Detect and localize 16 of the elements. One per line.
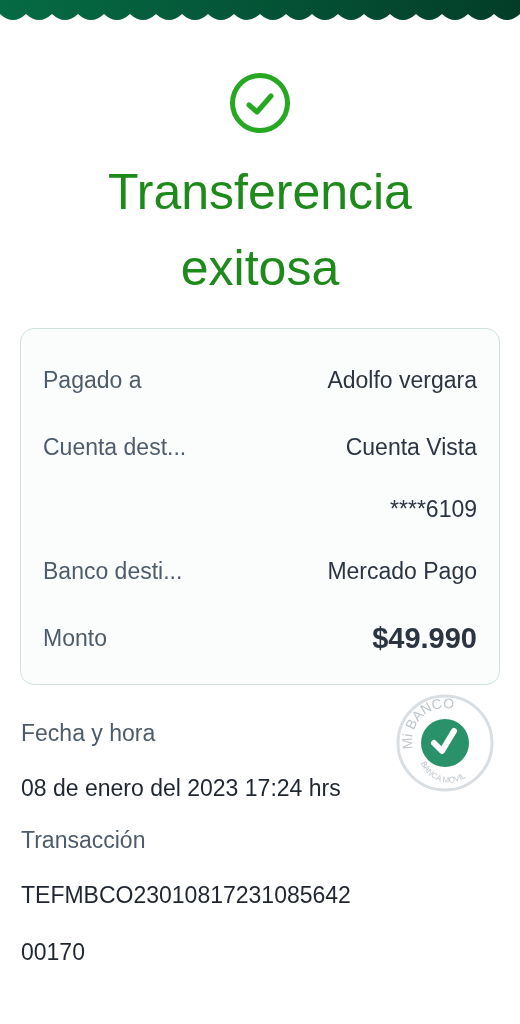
detail-label: Pagado a (43, 366, 142, 395)
success-check-icon (229, 72, 291, 134)
detail-value: Mercado Pago (327, 557, 477, 586)
info-label: Transacción (21, 826, 146, 855)
amount-value: $49.990 (372, 621, 477, 656)
detail-value: Cuenta Vista (345, 433, 477, 462)
detail-value: ****6109 (390, 495, 477, 524)
info-label: Fecha y hora (21, 719, 156, 748)
detail-value: Adolfo vergara (327, 366, 477, 395)
info-value: 00170 (21, 938, 85, 967)
info-value: TEFMBCO23010817231085642 (21, 881, 351, 910)
page-title: Transferencia exitosa (107, 163, 413, 298)
info-value: 08 de enero del 2023 17:24 hrs (21, 774, 341, 803)
detail-label: Monto (43, 624, 107, 653)
detail-label: Cuenta dest... (43, 433, 187, 462)
detail-label: Banco desti... (43, 557, 183, 586)
